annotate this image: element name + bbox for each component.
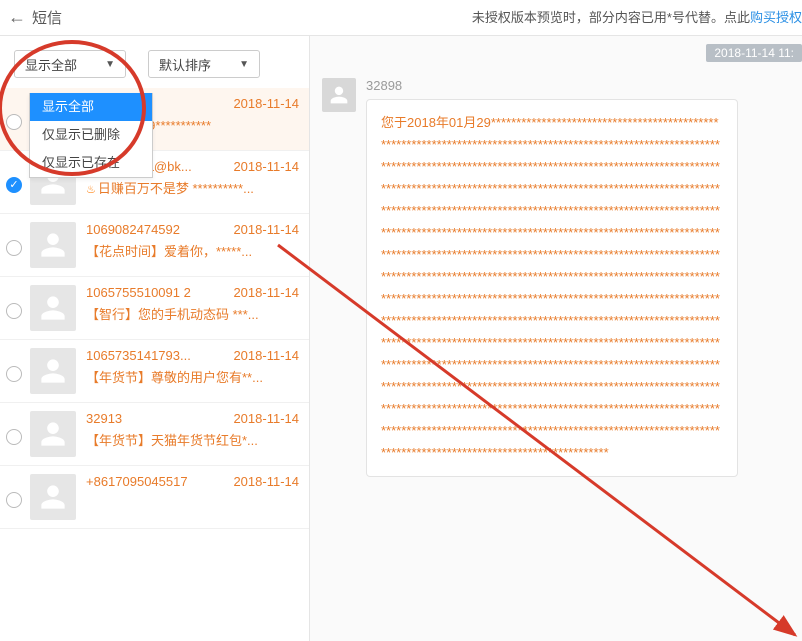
sort-select[interactable]: 默认排序 ▼ bbox=[148, 50, 260, 78]
chevron-down-icon: ▼ bbox=[239, 59, 249, 70]
select-radio[interactable] bbox=[6, 240, 22, 256]
page-title: 短信 bbox=[32, 7, 62, 28]
avatar bbox=[30, 411, 76, 457]
detail-pane: 2018-11-14 11: 32898 您于2018年01月29*******… bbox=[310, 36, 802, 641]
sender-label: +8617095045517 bbox=[86, 474, 188, 489]
message-date: 2018-11-14 bbox=[233, 474, 299, 489]
sender-label: 1065735141793... bbox=[86, 348, 191, 363]
select-radio[interactable] bbox=[6, 366, 22, 382]
select-radio[interactable] bbox=[6, 177, 22, 193]
avatar bbox=[30, 348, 76, 394]
message-body: 您于2018年01月29****************************… bbox=[381, 112, 723, 464]
message-preview: 【智行】您的手机动态码 ***... bbox=[86, 304, 286, 323]
message-preview: 【年货节】尊敬的用户您有**... bbox=[86, 367, 286, 386]
buy-license-link[interactable]: 购买授权 bbox=[750, 10, 802, 25]
filter-row: 显示全部 ▼ 显示全部 仅显示已删除 仅显示已存在 默认排序 ▼ bbox=[0, 36, 309, 88]
display-filter-label: 显示全部 bbox=[25, 55, 77, 74]
message-date: 2018-11-14 bbox=[233, 411, 299, 426]
auth-notice: 未授权版本预览时，部分内容已用*号代替。点此购买授权 bbox=[472, 0, 802, 36]
message-list-pane: 显示全部 ▼ 显示全部 仅显示已删除 仅显示已存在 默认排序 ▼ bbox=[0, 36, 310, 641]
message-date: 2018-11-14 bbox=[233, 96, 299, 111]
detail-sender: 32898 bbox=[366, 78, 792, 93]
message-date: 2018-11-14 bbox=[233, 348, 299, 363]
message-bubble: 您于2018年01月29****************************… bbox=[366, 99, 738, 477]
sender-label: 1065755510091 2 bbox=[86, 285, 191, 300]
sender-label: 1069082474592 bbox=[86, 222, 180, 237]
select-radio[interactable] bbox=[6, 429, 22, 445]
select-radio[interactable] bbox=[6, 303, 22, 319]
filter-option-all[interactable]: 显示全部 bbox=[30, 93, 152, 121]
detail-date-badge: 2018-11-14 11: bbox=[706, 44, 802, 62]
avatar bbox=[30, 222, 76, 268]
filter-option-deleted[interactable]: 仅显示已删除 bbox=[30, 121, 152, 149]
message-preview: 【花点时间】爱着你，*****... bbox=[86, 241, 286, 260]
detail-message: 32898 您于2018年01月29**********************… bbox=[322, 78, 792, 477]
filter-option-existing[interactable]: 仅显示已存在 bbox=[30, 149, 152, 177]
message-date: 2018-11-14 bbox=[233, 222, 299, 237]
avatar bbox=[30, 285, 76, 331]
flame-icon: ♨ bbox=[86, 184, 96, 196]
top-bar: ← 短信 未授权版本预览时，部分内容已用*号代替。点此购买授权 bbox=[0, 0, 802, 36]
message-date: 2018-11-14 bbox=[233, 159, 299, 174]
list-item[interactable]: +8617095045517 2018-11-14 bbox=[0, 466, 309, 529]
main-area: 显示全部 ▼ 显示全部 仅显示已删除 仅显示已存在 默认排序 ▼ bbox=[0, 36, 802, 641]
message-preview: ♨日赚百万不是梦 **********... bbox=[86, 178, 286, 197]
list-item-body: +8617095045517 2018-11-14 bbox=[86, 474, 299, 493]
display-filter-select[interactable]: 显示全部 ▼ 显示全部 仅显示已删除 仅显示已存在 bbox=[14, 50, 126, 78]
list-item-body: 1065735141793... 2018-11-14 【年货节】尊敬的用户您有… bbox=[86, 348, 299, 386]
list-item[interactable]: 1069082474592 2018-11-14 【花点时间】爱着你，*****… bbox=[0, 214, 309, 277]
chevron-down-icon: ▼ bbox=[105, 59, 115, 70]
message-date: 2018-11-14 bbox=[233, 285, 299, 300]
list-item-body: 1065755510091 2 2018-11-14 【智行】您的手机动态码 *… bbox=[86, 285, 299, 323]
list-item[interactable]: 32913 2018-11-14 【年货节】天猫年货节红包*... bbox=[0, 403, 309, 466]
display-filter-dropdown: 显示全部 仅显示已删除 仅显示已存在 bbox=[29, 93, 153, 178]
list-item-body: 32913 2018-11-14 【年货节】天猫年货节红包*... bbox=[86, 411, 299, 449]
message-preview: 【年货节】天猫年货节红包*... bbox=[86, 430, 286, 449]
select-radio[interactable] bbox=[6, 114, 22, 130]
auth-notice-text: 未授权版本预览时，部分内容已用*号代替。点此 bbox=[472, 10, 750, 25]
back-icon[interactable]: ← bbox=[8, 7, 26, 28]
avatar bbox=[322, 78, 356, 112]
list-item[interactable]: 1065755510091 2 2018-11-14 【智行】您的手机动态码 *… bbox=[0, 277, 309, 340]
sender-label: 32913 bbox=[86, 411, 122, 426]
list-item[interactable]: 1065735141793... 2018-11-14 【年货节】尊敬的用户您有… bbox=[0, 340, 309, 403]
sort-select-label: 默认排序 bbox=[159, 55, 211, 74]
list-item-body: 1069082474592 2018-11-14 【花点时间】爱着你，*****… bbox=[86, 222, 299, 260]
select-radio[interactable] bbox=[6, 492, 22, 508]
avatar bbox=[30, 474, 76, 520]
